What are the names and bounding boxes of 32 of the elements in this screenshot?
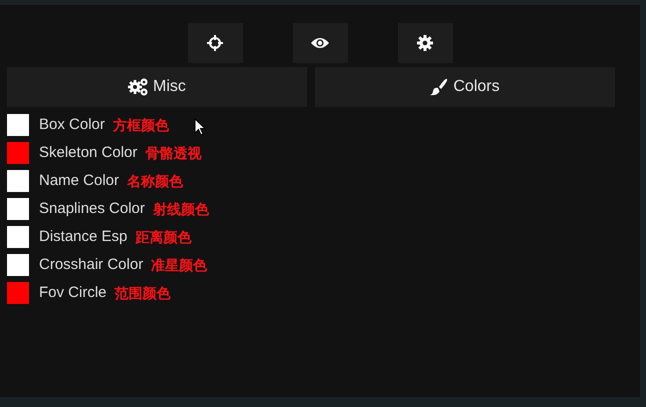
brush-icon bbox=[430, 78, 448, 96]
color-label: Skeleton Color bbox=[39, 142, 138, 163]
color-swatch[interactable] bbox=[7, 282, 29, 304]
gears-icon bbox=[128, 78, 148, 96]
annotation-text: 射线颜色 bbox=[152, 200, 209, 218]
cursor-icon bbox=[194, 118, 206, 136]
annotation-text: 方框颜色 bbox=[112, 116, 169, 134]
tab-button[interactable]: Colors bbox=[315, 67, 615, 107]
color-label: Fov Circle bbox=[39, 282, 107, 303]
color-swatch[interactable] bbox=[7, 254, 29, 276]
color-swatch[interactable] bbox=[7, 198, 29, 220]
tab-button[interactable]: Misc bbox=[7, 67, 307, 107]
annotation-text: 范围颜色 bbox=[114, 284, 171, 302]
color-swatch[interactable] bbox=[7, 226, 29, 248]
crosshair-button[interactable] bbox=[188, 23, 242, 63]
color-label: Distance Esp bbox=[39, 226, 128, 247]
annotation-text: 骨骼透视 bbox=[145, 144, 202, 162]
annotation-text: 准星颜色 bbox=[151, 256, 208, 274]
eye-button[interactable] bbox=[292, 23, 348, 63]
color-label: Snaplines Color bbox=[39, 198, 145, 219]
color-label: Name Color bbox=[39, 170, 120, 191]
eye-icon bbox=[310, 36, 330, 50]
settings-button[interactable] bbox=[398, 23, 452, 63]
color-swatch[interactable] bbox=[7, 170, 29, 192]
color-label: Box Color bbox=[39, 114, 105, 135]
color-label: Crosshair Color bbox=[39, 254, 144, 275]
settings-icon bbox=[417, 35, 433, 51]
color-swatch[interactable] bbox=[7, 142, 29, 164]
color-swatch[interactable] bbox=[7, 114, 29, 136]
annotation-text: 名称颜色 bbox=[127, 172, 184, 190]
crosshair-icon bbox=[207, 35, 223, 51]
annotation-text: 距离颜色 bbox=[135, 228, 192, 246]
